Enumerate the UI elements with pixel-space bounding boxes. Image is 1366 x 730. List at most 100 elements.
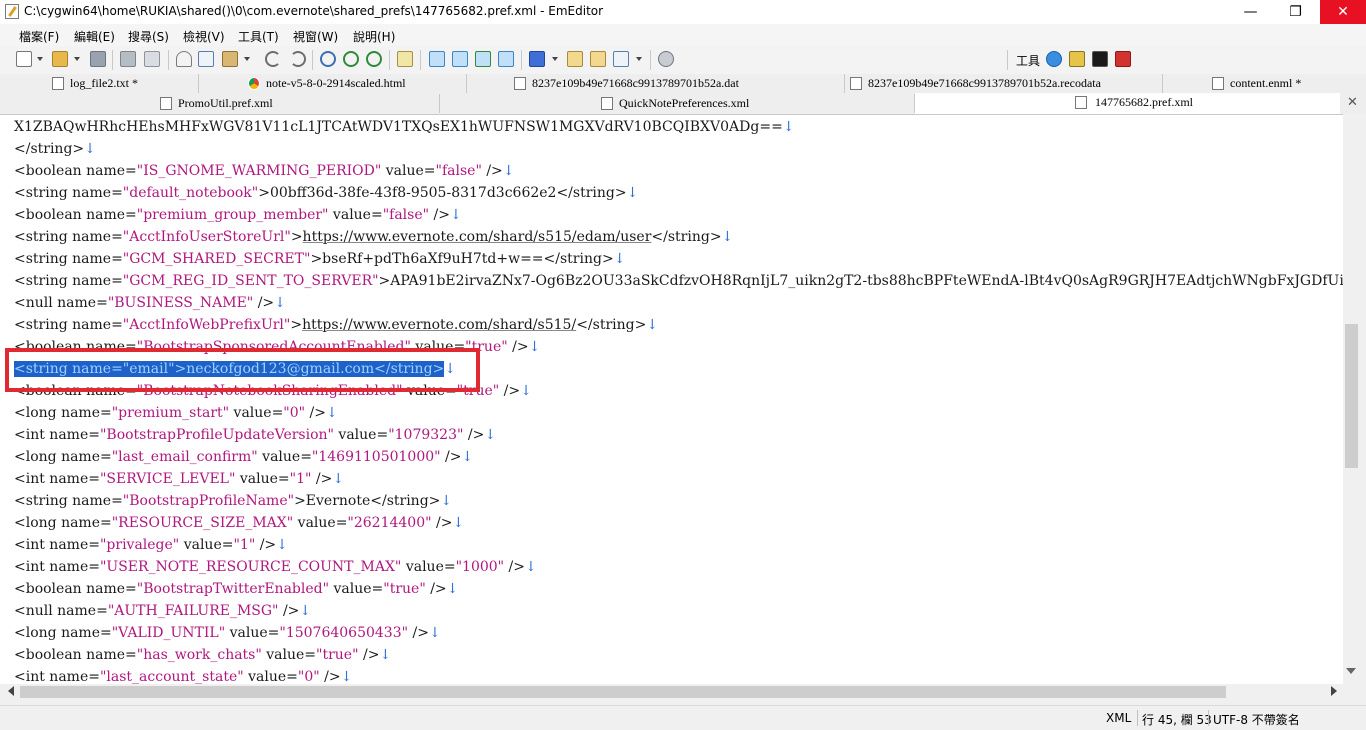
menu-tools[interactable]: 工具(T) — [238, 28, 279, 45]
code-text: >bseRf+pdTh6aXf9uH7td+w==</string> — [310, 251, 614, 267]
paste-dropdown-icon[interactable] — [244, 57, 250, 61]
red-highlight-box — [5, 348, 480, 392]
tab-log-file2[interactable]: log_file2.txt * — [52, 74, 199, 93]
macro-dropdown-icon[interactable] — [552, 57, 558, 61]
code-text: value= — [401, 559, 456, 575]
code-line: <boolean name="premium_group_member" val… — [14, 204, 462, 226]
text-file-icon — [52, 77, 64, 90]
redo-icon[interactable] — [290, 51, 306, 67]
properties-icon[interactable] — [613, 51, 629, 67]
restore-button[interactable]: ❐ — [1273, 0, 1318, 24]
new-dropdown-icon[interactable] — [37, 57, 43, 61]
toolbar-separator — [112, 50, 113, 70]
scroll-down-arrow-icon[interactable] — [1346, 668, 1356, 674]
close-tab-icon[interactable]: ✕ — [1347, 95, 1358, 110]
menu-file[interactable]: 檔案(F) — [19, 28, 59, 45]
browser-icon[interactable] — [1046, 51, 1062, 67]
code-text: /> — [408, 625, 429, 641]
attribute-value: "1000" — [455, 559, 505, 575]
undo-icon[interactable] — [265, 51, 281, 67]
menu-window[interactable]: 視窗(W) — [293, 28, 338, 45]
editor-text-area[interactable]: X1ZBAQwHRhcHEhsMHFxWGV81V11cL1JTCAtWDV1T… — [0, 114, 1343, 685]
minimize-button[interactable]: — — [1228, 0, 1273, 24]
toolbar: 工具 — [0, 46, 1366, 75]
word-wrap-icon[interactable] — [429, 51, 445, 67]
newline-mark: ↓ — [276, 537, 288, 553]
cut-icon[interactable] — [176, 51, 192, 67]
tab-recodata-file[interactable]: 8237e109b49e71668c9913789701b52a.recodat… — [850, 74, 1163, 93]
scroll-right-arrow-icon[interactable] — [1331, 686, 1337, 696]
code-line: <int name="BootstrapProfileUpdateVersion… — [14, 424, 496, 446]
find-icon[interactable] — [320, 51, 336, 67]
code-text: <int name= — [14, 427, 100, 443]
console-icon[interactable] — [1092, 51, 1108, 67]
wrap-window-icon[interactable] — [452, 51, 468, 67]
attribute-value: "privalege" — [99, 537, 180, 553]
attribute-value: "true" — [316, 647, 359, 663]
code-text: <boolean name= — [14, 207, 137, 223]
find-previous-icon[interactable] — [366, 51, 382, 67]
close-button[interactable]: ✕ — [1320, 0, 1366, 24]
tab-dat-file[interactable]: 8237e109b49e71668c9913789701b52a.dat — [514, 74, 845, 93]
code-text: value= — [328, 207, 383, 223]
code-text: /> — [255, 537, 277, 553]
wrench-icon[interactable] — [658, 51, 674, 67]
paste-icon[interactable] — [222, 51, 238, 67]
menu-view[interactable]: 檢視(V) — [183, 28, 225, 45]
open-dropdown-icon[interactable] — [74, 57, 80, 61]
attribute-value: "default_notebook" — [122, 185, 259, 201]
menu-search[interactable]: 搜尋(S) — [128, 28, 169, 45]
tag-icon[interactable] — [1069, 51, 1085, 67]
code-text: <long name= — [14, 449, 112, 465]
code-text: /> — [507, 339, 529, 355]
tab-note-html[interactable]: note-v5-8-0-2914scaled.html — [248, 74, 467, 93]
newline-mark: ↓ — [274, 295, 286, 311]
print-preview-icon[interactable] — [144, 51, 160, 67]
attribute-value: "AcctInfoWebPrefixUrl" — [122, 317, 291, 333]
properties-dropdown-icon[interactable] — [636, 57, 642, 61]
code-line: <long name="VALID_UNTIL" value="15076406… — [14, 622, 441, 644]
pin-icon[interactable] — [1115, 51, 1131, 67]
new-file-icon[interactable] — [16, 51, 32, 67]
menu-help[interactable]: 說明(H) — [353, 28, 395, 45]
wrap-page-icon[interactable] — [475, 51, 491, 67]
macro-icon[interactable] — [529, 51, 545, 67]
vertical-scrollbar-thumb[interactable] — [1345, 324, 1358, 468]
menu-edit[interactable]: 編輯(E) — [74, 28, 115, 45]
status-position[interactable]: 行 45, 欄 53 — [1142, 711, 1212, 728]
code-text: value= — [381, 163, 436, 179]
find-next-icon[interactable] — [343, 51, 359, 67]
open-folder-icon[interactable] — [52, 51, 68, 67]
code-line: X1ZBAQwHRhcHEhsMHFxWGV81V11cL1JTCAtWDV1T… — [14, 116, 795, 138]
tab-active-pref-xml[interactable]: 147765682.pref.xml — [915, 93, 1340, 114]
code-text: <long name= — [14, 625, 112, 641]
tab-quicknote-xml[interactable]: QuickNotePreferences.xml — [601, 94, 915, 113]
plugin-icon[interactable] — [567, 51, 583, 67]
status-bar: XML 行 45, 欄 53 UTF-8 不帶簽名 — [0, 705, 1366, 730]
code-text: value= — [293, 515, 348, 531]
code-text: value= — [333, 427, 389, 443]
attribute-value: "26214400" — [347, 515, 432, 531]
status-mode[interactable]: XML — [1106, 711, 1131, 725]
replace-icon[interactable] — [397, 51, 413, 67]
scroll-left-arrow-icon[interactable] — [8, 686, 14, 696]
horizontal-scrollbar-thumb[interactable] — [20, 686, 1226, 698]
tab-promoutil-xml[interactable]: PromoUtil.pref.xml — [160, 94, 440, 113]
xml-file-icon — [601, 97, 613, 110]
customize-icon[interactable] — [590, 51, 606, 67]
edit-file-icon — [514, 77, 526, 90]
print-icon[interactable] — [120, 51, 136, 67]
code-line: <long name="last_email_confirm" value="1… — [14, 446, 473, 468]
code-text: <null name= — [14, 295, 108, 311]
code-text: <string name= — [14, 273, 123, 289]
word-wrap-toggle-icon[interactable] — [498, 51, 514, 67]
code-text: <string name= — [14, 317, 123, 333]
tab-content-enml[interactable]: content.enml * — [1212, 74, 1332, 93]
status-encoding[interactable]: UTF-8 不帶簽名 — [1213, 711, 1300, 728]
code-text: /> — [278, 603, 300, 619]
toolbar-separator — [1007, 50, 1008, 70]
code-text: /> — [463, 427, 485, 443]
save-icon[interactable] — [90, 51, 106, 67]
code-text: <null name= — [14, 603, 108, 619]
copy-icon[interactable] — [198, 51, 214, 67]
